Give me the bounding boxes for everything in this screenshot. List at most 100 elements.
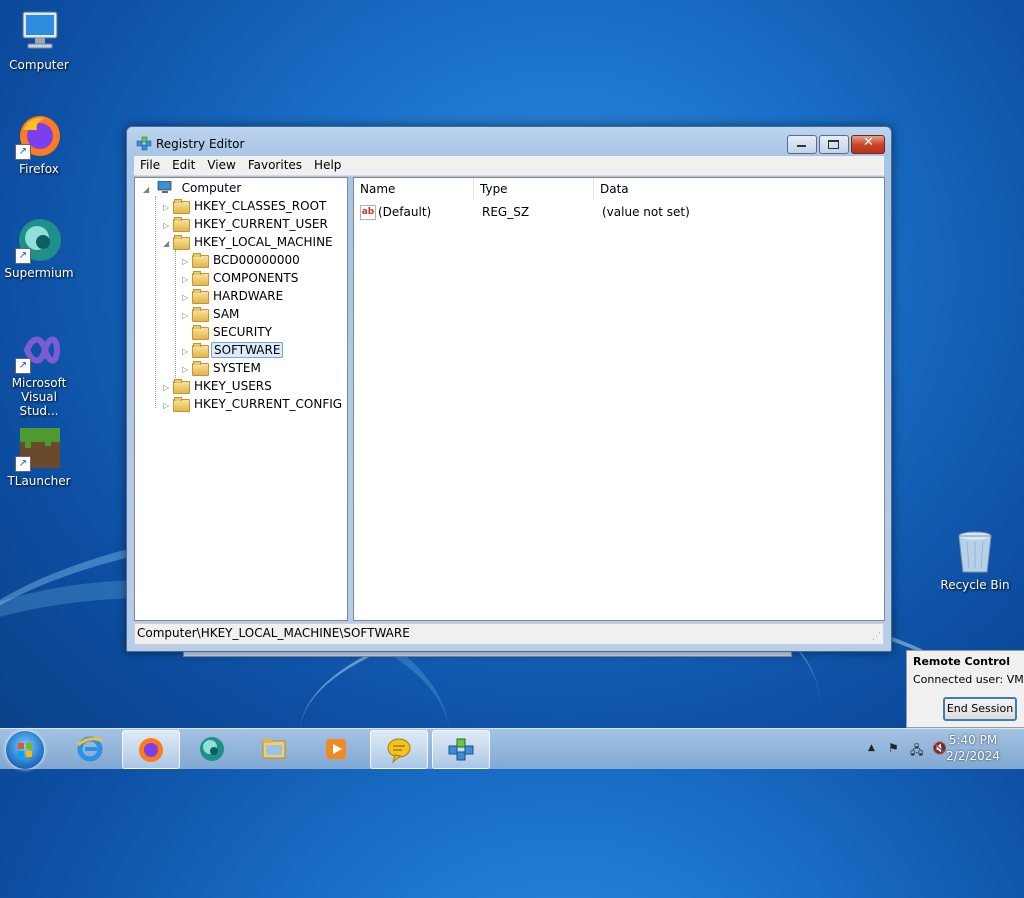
close-button[interactable]: ✕ <box>851 135 885 154</box>
menu-help[interactable]: Help <box>308 156 347 172</box>
collapse-arrow-icon[interactable]: ◢ <box>143 181 153 199</box>
registry-editor-icon <box>136 136 152 152</box>
tree-node-system[interactable]: ▷ SYSTEM <box>182 359 263 377</box>
menu-view[interactable]: View <box>201 156 241 172</box>
clock[interactable]: 5:40 PM 2/2/2024 <box>946 732 1000 764</box>
show-hidden-icons-icon[interactable]: ▲ <box>868 743 875 753</box>
registry-tree[interactable]: ◢ Computer ▷ HKEY_CLASSES_ROOT ▷ HKEY_CURR… <box>134 177 348 621</box>
tree-label: SOFTWARE <box>211 342 284 358</box>
desktop-icon-supermium[interactable]: ↗ Supermium <box>1 216 77 280</box>
value-row[interactable]: ab (Default) REG_SZ (value not set) <box>358 202 878 222</box>
tree-node-security[interactable]: SECURITY <box>182 323 274 341</box>
values-list[interactable]: Name Type Data ab (Default) REG_SZ (valu… <box>353 177 885 621</box>
desktop-icon-label: TLauncher <box>7 474 71 488</box>
tree-label: SECURITY <box>213 325 272 339</box>
tree-label: HARDWARE <box>213 289 284 303</box>
clock-time: 5:40 PM <box>948 733 998 747</box>
taskbar-media-player[interactable] <box>308 730 364 767</box>
desktop-icon-label: Supermium <box>4 266 74 280</box>
end-session-button[interactable]: End Session <box>943 697 1017 721</box>
tree-label: HKEY_CLASSES_ROOT <box>194 199 327 213</box>
status-bar: Computer\HKEY_LOCAL_MACHINE\SOFTWARE ⋰ <box>134 623 884 645</box>
tree-node-hkey-users[interactable]: ▷ HKEY_USERS <box>163 377 274 395</box>
menu-file[interactable]: File <box>134 156 166 172</box>
minimize-button[interactable] <box>787 135 817 154</box>
column-header-data[interactable]: Data <box>594 178 884 200</box>
desktop-icon-tlauncher[interactable]: ↗ TLauncher <box>1 424 77 488</box>
window-title: Registry Editor <box>156 137 245 151</box>
shortcut-arrow-icon: ↗ <box>15 248 31 264</box>
desktop-icon-label: Firefox <box>19 162 59 176</box>
shortcut-arrow-icon: ↗ <box>15 358 31 374</box>
desktop-icon-visual-studio[interactable]: ↗ Microsoft Visual Stud... <box>1 326 77 418</box>
tree-node-hardware[interactable]: ▷ HARDWARE <box>182 287 285 305</box>
menu-favorites[interactable]: Favorites <box>242 156 308 172</box>
action-center-flag-icon[interactable]: ⚑ <box>888 741 899 755</box>
folder-icon <box>192 343 209 358</box>
desktop-icon-label: Microsoft <box>11 376 67 390</box>
computer-icon <box>157 180 173 194</box>
internet-explorer-icon <box>76 735 104 763</box>
tree-label: HKEY_LOCAL_MACHINE <box>194 235 333 249</box>
tree-label: HKEY_CURRENT_CONFIG <box>194 397 343 411</box>
tree-node-bcd00000000[interactable]: ▷ BCD00000000 <box>182 251 302 269</box>
desktop-icon-firefox[interactable]: ↗ Firefox <box>1 112 77 176</box>
value-data: (value not set) <box>602 205 690 219</box>
connected-user-text: Connected user: VM5 <box>913 673 1024 686</box>
shortcut-arrow-icon: ↗ <box>15 456 31 472</box>
network-icon[interactable]: 🖧 <box>910 741 923 762</box>
desktop-icon-computer[interactable]: Computer <box>1 8 77 72</box>
column-header-type[interactable]: Type <box>474 178 594 200</box>
firefox-icon <box>137 736 165 764</box>
maximize-button[interactable] <box>819 135 849 154</box>
close-icon: ✕ <box>863 135 874 150</box>
desktop-icon-label: Computer <box>9 58 69 72</box>
column-header-name[interactable]: Name <box>354 178 474 200</box>
chat-bubble-icon <box>385 736 413 764</box>
tree-label: HKEY_CURRENT_USER <box>194 217 328 231</box>
folder-icon <box>192 271 209 286</box>
tree-label: SAM <box>213 307 240 321</box>
taskbar-chat[interactable] <box>370 730 428 769</box>
shortcut-arrow-icon: ↗ <box>15 144 31 160</box>
remote-control-panel: Remote Control Connected user: VM5 End S… <box>906 650 1024 728</box>
taskbar-internet-explorer[interactable] <box>62 730 118 767</box>
remote-control-title: Remote Control <box>913 655 1010 668</box>
collapse-arrow-icon[interactable]: ◢ <box>163 235 173 253</box>
tree-guide-line <box>175 250 176 380</box>
menu-edit[interactable]: Edit <box>166 156 201 172</box>
tree-label: Computer <box>181 181 242 195</box>
visual-studio-icon: ↗ <box>15 326 63 374</box>
expand-arrow-icon[interactable]: ▷ <box>163 397 173 415</box>
media-player-icon <box>322 735 350 763</box>
computer-icon <box>15 8 63 56</box>
folder-icon <box>260 735 288 763</box>
folder-icon <box>173 199 190 214</box>
taskbar-registry-editor[interactable] <box>432 730 490 769</box>
start-button[interactable] <box>6 731 44 769</box>
tree-node-sam[interactable]: ▷ SAM <box>182 305 241 323</box>
title-bar[interactable]: Registry Editor ✕ <box>127 127 891 157</box>
value-name: (Default) <box>378 205 432 219</box>
taskbar-file-explorer[interactable] <box>246 730 302 767</box>
tree-node-hkey-local-machine[interactable]: ◢ HKEY_LOCAL_MACHINE <box>163 233 335 251</box>
supermium-icon: ↗ <box>15 216 63 264</box>
taskbar-firefox[interactable] <box>122 730 180 769</box>
tree-node-software[interactable]: ▷ SOFTWARE <box>182 341 284 359</box>
supermium-icon <box>198 735 226 763</box>
tree-guide-line <box>155 196 156 408</box>
system-tray: ▲ ⚑ 🖧 🔇 5:40 PM 2/2/2024 <box>824 729 1024 769</box>
tree-node-hkey-current-user[interactable]: ▷ HKEY_CURRENT_USER <box>163 215 330 233</box>
tree-node-computer[interactable]: ◢ Computer <box>143 179 243 197</box>
folder-open-icon <box>173 235 190 250</box>
tree-node-components[interactable]: ▷ COMPONENTS <box>182 269 300 287</box>
resize-grip-icon[interactable]: ⋰ <box>872 628 881 646</box>
clock-date: 2/2/2024 <box>946 749 1000 763</box>
windows-logo-icon <box>18 743 32 757</box>
taskbar-supermium[interactable] <box>184 730 240 767</box>
tree-node-hkey-classes-root[interactable]: ▷ HKEY_CLASSES_ROOT <box>163 197 328 215</box>
taskbar: ▲ ⚑ 🖧 🔇 5:40 PM 2/2/2024 <box>0 728 1024 769</box>
tree-node-hkey-current-config[interactable]: ▷ HKEY_CURRENT_CONFIG <box>163 395 344 413</box>
volume-muted-icon[interactable]: 🔇 <box>932 741 947 755</box>
desktop-icon-recycle-bin[interactable]: Recycle Bin <box>937 528 1013 592</box>
